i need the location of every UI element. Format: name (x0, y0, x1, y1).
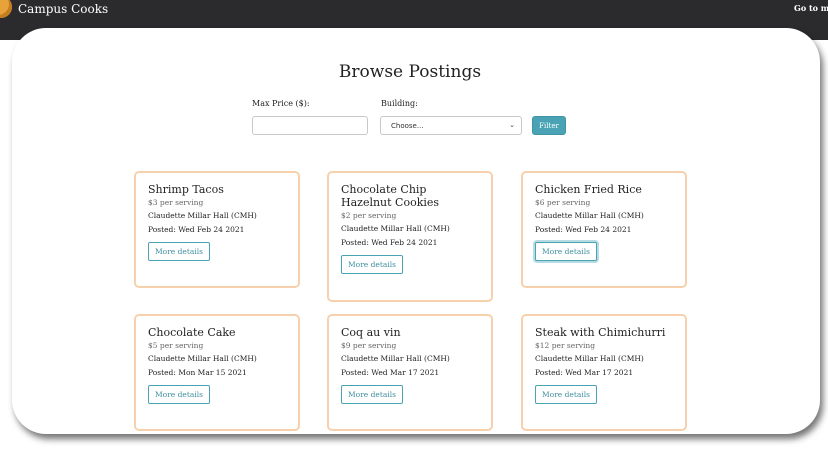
posting-price: $12 per serving (535, 341, 596, 350)
posting-title: Shrimp Tacos (148, 183, 224, 196)
posting-card: Chicken Fried Rice $6 per serving Claude… (521, 171, 687, 288)
posting-price: $5 per serving (148, 341, 204, 350)
more-details-button[interactable]: More details (341, 385, 403, 404)
brand[interactable]: Campus Cooks (0, 0, 108, 20)
posting-card: Chocolate Chip Hazelnut Cookies $2 per s… (327, 171, 493, 302)
more-details-button[interactable]: More details (148, 385, 210, 404)
posting-title: Chocolate Chip Hazelnut Cookies (341, 183, 440, 209)
page-title: Browse Postings (338, 62, 482, 82)
posting-card: Coq au vin $9 per serving Claudette Mill… (327, 314, 493, 431)
more-details-button[interactable]: More details (148, 242, 210, 261)
posting-date: Posted: Wed Feb 24 2021 (535, 225, 632, 234)
building-select-value: Choose... (391, 121, 424, 130)
posting-card: Chocolate Cake $5 per serving Claudette … (134, 314, 300, 431)
posting-building: Claudette Millar Hall (CMH) (535, 211, 644, 220)
posting-title: Coq au vin (341, 326, 401, 339)
profile-link[interactable]: Go to my profile (794, 3, 828, 13)
max-price-input[interactable] (252, 116, 368, 135)
posting-price: $9 per serving (341, 341, 397, 350)
posting-date: Posted: Wed Feb 24 2021 (148, 225, 245, 234)
posting-card: Shrimp Tacos $3 per serving Claudette Mi… (134, 171, 300, 288)
chevron-down-icon: ⌄ (509, 121, 515, 129)
brand-name: Campus Cooks (18, 2, 109, 16)
building-select[interactable]: Choose... ⌄ (380, 116, 522, 135)
posting-date: Posted: Mon Mar 15 2021 (148, 368, 247, 377)
brand-logo-icon (0, 0, 12, 18)
posting-building: Claudette Millar Hall (CMH) (535, 354, 644, 363)
posting-building: Claudette Millar Hall (CMH) (341, 224, 450, 233)
posting-card: Steak with Chimichurri $12 per serving C… (521, 314, 687, 431)
more-details-button[interactable]: More details (535, 385, 597, 404)
building-label: Building: (381, 99, 418, 108)
posting-building: Claudette Millar Hall (CMH) (341, 354, 450, 363)
posting-date: Posted: Wed Mar 17 2021 (535, 368, 634, 377)
posting-title: Steak with Chimichurri (535, 326, 666, 339)
posting-title: Chicken Fried Rice (535, 183, 642, 196)
posting-building: Claudette Millar Hall (CMH) (148, 354, 257, 363)
posting-date: Posted: Wed Mar 17 2021 (341, 368, 440, 377)
max-price-label: Max Price ($): (252, 99, 310, 108)
posting-date: Posted: Wed Feb 24 2021 (341, 238, 438, 247)
more-details-button[interactable]: More details (341, 255, 403, 274)
posting-building: Claudette Millar Hall (CMH) (148, 211, 257, 220)
posting-price: $6 per serving (535, 198, 591, 207)
posting-price: $2 per serving (341, 211, 397, 220)
main-panel: Browse Postings Max Price ($): Building:… (12, 28, 820, 434)
filter-button[interactable]: Filter (532, 116, 566, 135)
more-details-button[interactable]: More details (535, 242, 597, 261)
posting-price: $3 per serving (148, 198, 204, 207)
posting-title: Chocolate Cake (148, 326, 236, 339)
